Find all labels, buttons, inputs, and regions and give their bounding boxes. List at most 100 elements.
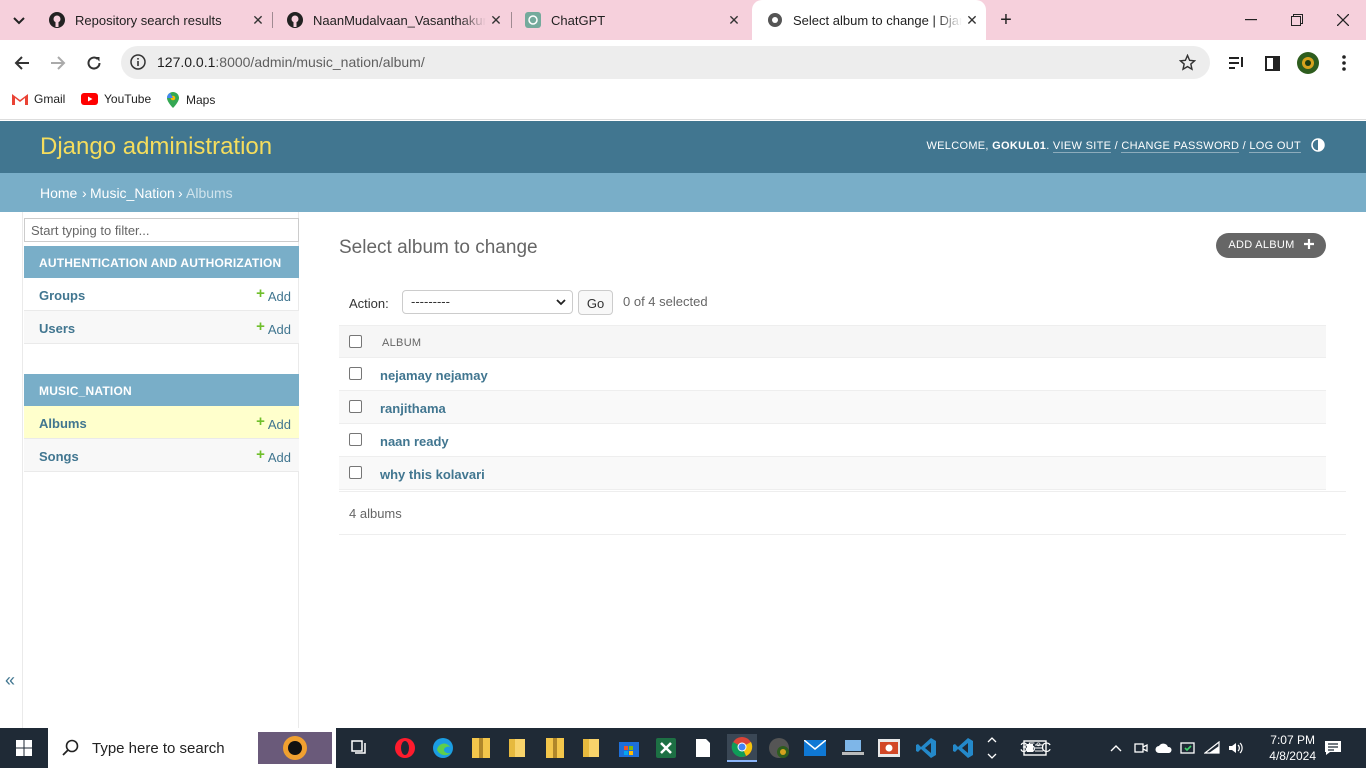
onedrive-icon[interactable] (1153, 734, 1175, 762)
powerpoint-icon[interactable] (875, 734, 903, 762)
info-icon[interactable] (130, 54, 146, 70)
add-users-link[interactable]: + Add (256, 318, 291, 338)
tab-title: Repository search results (75, 12, 222, 28)
folder-icon[interactable] (503, 734, 531, 762)
sidebar-item-label[interactable]: Groups (39, 288, 85, 303)
minimize-button[interactable] (1228, 0, 1274, 40)
table-header: ALBUM (339, 325, 1326, 358)
task-view-icon[interactable] (346, 734, 374, 762)
action-select[interactable]: --------- (402, 290, 573, 314)
add-label: Add (267, 450, 291, 465)
table-row: why this kolavari (339, 457, 1326, 490)
taskbar-scroll-icon[interactable] (985, 734, 999, 762)
go-button[interactable]: Go (578, 290, 613, 315)
theme-toggle-icon[interactable] (1311, 138, 1325, 152)
bookmark-gmail[interactable]: Gmail (12, 92, 65, 106)
change-password-link[interactable]: CHANGE PASSWORD (1121, 140, 1240, 153)
tab-repository-search[interactable]: Repository search results ✕ (34, 0, 272, 40)
close-icon[interactable]: ✕ (962, 12, 982, 29)
chrome-profile-icon[interactable] (765, 734, 793, 762)
tab-search-dropdown[interactable] (8, 10, 30, 32)
nav-filter-input[interactable]: Start typing to filter... (24, 218, 299, 242)
breadcrumb-current: Albums (186, 185, 233, 201)
minimize-icon (1245, 19, 1257, 21)
battery-icon[interactable] (1177, 734, 1199, 762)
vscode-icon[interactable] (912, 734, 940, 762)
volume-icon[interactable] (1224, 734, 1248, 762)
reload-button[interactable] (79, 48, 109, 78)
address-bar[interactable]: 127.0.0.1:8000/admin/music_nation/album/ (121, 46, 1210, 79)
start-button[interactable] (0, 728, 48, 768)
camera-icon[interactable] (1130, 734, 1152, 762)
sidebar-item-label[interactable]: Songs (39, 449, 79, 464)
chevron-up-icon[interactable] (1104, 734, 1128, 762)
close-window-button[interactable] (1320, 0, 1366, 40)
chrome-icon[interactable] (727, 734, 757, 762)
profile-button[interactable] (1293, 48, 1323, 78)
add-albums-link[interactable]: + Add (256, 413, 291, 433)
restore-button[interactable] (1274, 0, 1320, 40)
new-tab-button[interactable]: + (995, 9, 1017, 31)
module-caption-music-nation[interactable]: MUSIC_NATION (24, 374, 299, 406)
notification-icon[interactable] (1320, 734, 1346, 762)
vscode-icon[interactable] (949, 734, 977, 762)
album-link[interactable]: naan ready (380, 434, 449, 449)
taskbar-search[interactable]: Type here to search (48, 728, 336, 768)
album-link[interactable]: why this kolavari (380, 467, 485, 482)
tab-naanmudalvaan[interactable]: NaanMudalvaan_Vasanthakumar ✕ (272, 0, 510, 40)
store-icon[interactable] (615, 734, 643, 762)
add-songs-link[interactable]: + Add (256, 446, 291, 466)
tab-select-album[interactable]: Select album to change | Django ✕ (752, 0, 986, 40)
collapse-sidebar-button[interactable]: « (5, 670, 15, 691)
add-label: Add (267, 289, 291, 304)
wifi-icon[interactable] (1200, 734, 1224, 762)
add-groups-link[interactable]: + Add (256, 285, 291, 305)
taskbar-clock[interactable]: 7:07 PM 4/8/2024 (1269, 732, 1316, 764)
back-button[interactable] (7, 48, 37, 78)
bookmark-youtube[interactable]: YouTube (81, 92, 151, 106)
row-checkbox[interactable] (349, 466, 362, 479)
side-panel-icon (1264, 55, 1280, 71)
row-checkbox[interactable] (349, 367, 362, 380)
laptop-icon[interactable] (839, 734, 867, 762)
folder-icon[interactable] (577, 734, 605, 762)
zip-folder-icon[interactable] (467, 734, 495, 762)
star-icon[interactable] (1179, 54, 1196, 71)
side-panel-button[interactable] (1257, 48, 1287, 78)
album-link[interactable]: nejamay nejamay (380, 368, 488, 383)
column-header-album[interactable]: ALBUM (382, 337, 421, 349)
row-checkbox[interactable] (349, 400, 362, 413)
site-branding[interactable]: Django administration (40, 133, 272, 161)
close-icon[interactable]: ✕ (486, 12, 506, 29)
add-album-button[interactable]: ADD ALBUM (1216, 233, 1326, 258)
opera-icon[interactable] (391, 734, 419, 762)
action-selected-value: --------- (411, 294, 450, 309)
sidebar-item-label[interactable]: Albums (39, 416, 87, 431)
paginator: 4 albums (339, 491, 1346, 535)
bookmark-maps[interactable]: Maps (166, 92, 215, 108)
breadcrumb-app[interactable]: Music_Nation (90, 185, 175, 201)
tab-chatgpt[interactable]: ChatGPT ✕ (510, 0, 748, 40)
excel-icon[interactable] (652, 734, 680, 762)
close-icon[interactable]: ✕ (248, 12, 268, 29)
edge-icon[interactable] (429, 734, 457, 762)
breadcrumb-home[interactable]: Home (40, 185, 77, 201)
bookmark-label: Gmail (34, 92, 66, 106)
temperature-text[interactable]: 35°C (1020, 739, 1051, 755)
url-text[interactable]: 127.0.0.1:8000/admin/music_nation/album/ (157, 54, 425, 70)
close-icon[interactable]: ✕ (724, 12, 744, 29)
file-icon[interactable] (689, 734, 717, 762)
log-out-link[interactable]: LOG OUT (1249, 140, 1301, 153)
mail-icon[interactable] (801, 734, 829, 762)
media-control-button[interactable] (1222, 48, 1252, 78)
module-caption-auth[interactable]: AUTHENTICATION AND AUTHORIZATION (24, 246, 299, 278)
forward-button[interactable] (43, 48, 73, 78)
zip-folder-icon[interactable] (541, 734, 569, 762)
menu-button[interactable] (1329, 48, 1359, 78)
breadcrumb-separator: › (82, 185, 87, 201)
select-all-checkbox[interactable] (349, 335, 362, 348)
row-checkbox[interactable] (349, 433, 362, 446)
sidebar-item-label[interactable]: Users (39, 321, 75, 336)
view-site-link[interactable]: VIEW SITE (1052, 140, 1112, 153)
album-link[interactable]: ranjithama (380, 401, 446, 416)
